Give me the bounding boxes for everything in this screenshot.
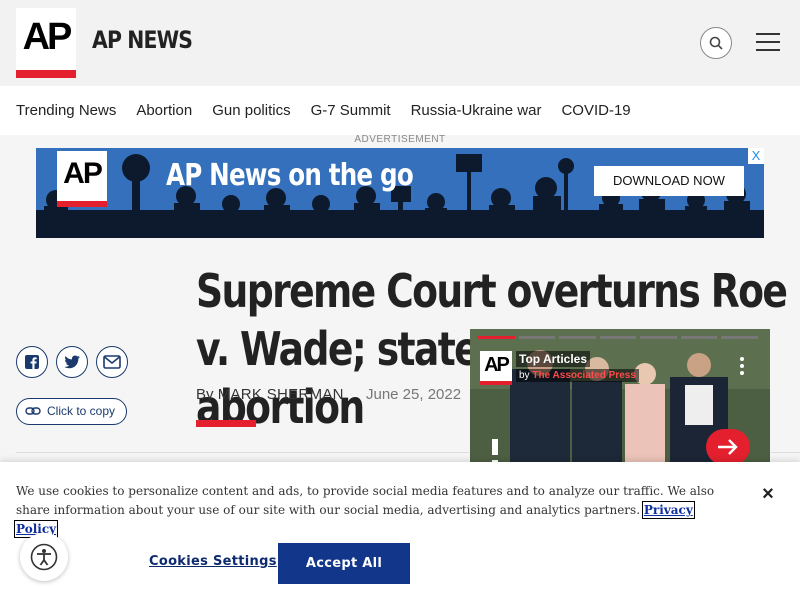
ad-ap-logo: AP	[57, 151, 107, 207]
nav-item-abortion[interactable]: Abortion	[136, 86, 192, 135]
video-title: Top Articles	[516, 351, 591, 367]
author-link[interactable]: MARK SHERMAN	[218, 386, 344, 403]
byline: By MARK SHERMAN June 25, 2022	[196, 386, 461, 403]
video-logo-text: AP	[484, 354, 510, 376]
video-player[interactable]: AP Top Articles by The Associated Press	[470, 329, 770, 469]
site-header: AP AP NEWS	[0, 0, 800, 86]
pause-icon[interactable]	[492, 439, 510, 469]
logo-text: AP	[22, 16, 73, 58]
nav-item-russia-ukraine-war[interactable]: Russia-Ukraine war	[411, 86, 542, 135]
video-source: by The Associated Press	[516, 369, 639, 382]
topic-nav: Trending News Abortion Gun politics G-7 …	[0, 86, 800, 135]
email-icon	[103, 355, 121, 369]
facebook-icon	[25, 355, 39, 369]
twitter-share-button[interactable]	[56, 346, 88, 378]
site-name[interactable]: AP NEWS	[92, 26, 193, 54]
accessibility-button[interactable]	[20, 533, 68, 581]
ap-logo[interactable]: AP	[16, 8, 76, 78]
video-source-name: The Associated Press	[532, 370, 636, 381]
nav-item-gun-politics[interactable]: Gun politics	[212, 86, 290, 135]
ad-close-icon[interactable]: X	[748, 148, 764, 164]
twitter-icon	[64, 355, 80, 369]
close-icon[interactable]: ×	[758, 484, 778, 504]
cookie-consent-banner: We use cookies to personalize content an…	[0, 462, 800, 600]
video-ap-logo: AP	[480, 351, 512, 385]
search-icon	[709, 36, 723, 50]
share-buttons	[16, 346, 136, 378]
byline-prefix: By	[196, 386, 214, 403]
link-icon	[25, 407, 41, 415]
video-progress	[478, 336, 762, 339]
download-now-button[interactable]: DOWNLOAD NOW	[594, 166, 744, 196]
publish-date: June 25, 2022	[365, 386, 462, 403]
nav-item-covid-19[interactable]: COVID-19	[561, 86, 630, 135]
video-logo-bar	[480, 381, 512, 385]
copy-link-button[interactable]: Click to copy	[16, 398, 127, 425]
ad-headline: AP News on the go	[166, 158, 414, 193]
ad-logo-text: AP	[63, 157, 103, 190]
advertisement-banner[interactable]: AP AP News on the go DOWNLOAD NOW X	[36, 148, 764, 238]
cookie-message: We use cookies to personalize content an…	[14, 482, 726, 539]
logo-bar	[16, 70, 76, 78]
facebook-share-button[interactable]	[16, 346, 48, 378]
search-button[interactable]	[700, 27, 732, 59]
ad-logo-bar	[57, 201, 107, 207]
cookies-settings-link[interactable]: Cookies Settings	[149, 554, 277, 569]
accept-all-cookies-button[interactable]: Accept All Cookies	[278, 543, 410, 600]
email-share-button[interactable]	[96, 346, 128, 378]
ad-label: ADVERTISEMENT	[354, 134, 446, 145]
arrow-right-icon	[718, 439, 738, 455]
cookie-text: We use cookies to personalize content an…	[16, 484, 715, 517]
nav-item-g7-summit[interactable]: G-7 Summit	[311, 86, 391, 135]
headline-accent-bar	[196, 420, 256, 427]
accessibility-icon	[30, 543, 58, 571]
video-by-prefix: by	[519, 370, 530, 381]
hamburger-menu-icon[interactable]	[756, 33, 780, 53]
copy-link-label: Click to copy	[47, 404, 116, 418]
nav-item-trending-news[interactable]: Trending News	[16, 86, 116, 135]
next-video-button[interactable]	[706, 429, 750, 465]
more-options-icon[interactable]	[740, 357, 744, 378]
